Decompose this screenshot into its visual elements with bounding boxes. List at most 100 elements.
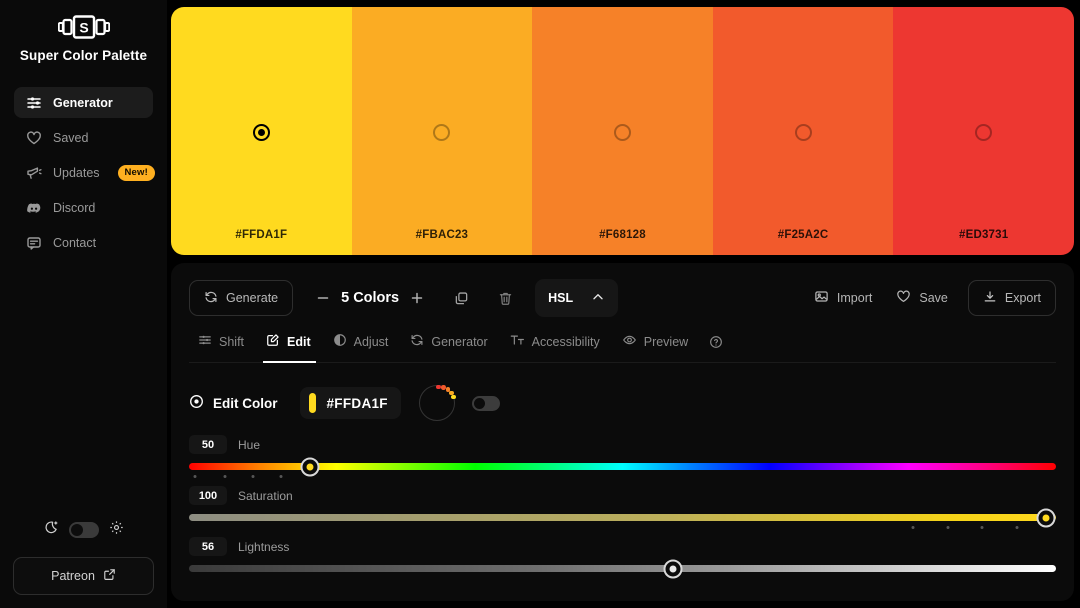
swatch-hex-label: #F68128: [599, 229, 646, 241]
tab-label: Accessibility: [531, 334, 600, 349]
sidebar-item-label: Generator: [53, 95, 113, 110]
text-size-icon: [510, 333, 525, 350]
tab-edit[interactable]: Edit: [257, 331, 322, 363]
status-badge-new: New!: [117, 164, 155, 181]
save-button[interactable]: Save: [884, 280, 960, 316]
hue-value[interactable]: 50: [189, 435, 227, 454]
swatch-radio-icon[interactable]: [433, 124, 451, 141]
dark-mode-toggle[interactable]: [68, 522, 99, 538]
lightness-value[interactable]: 56: [189, 537, 227, 556]
color-mode-select[interactable]: HSL: [535, 279, 619, 317]
swatch-hex-label: #FFDA1F: [235, 229, 288, 241]
svg-text:S: S: [79, 20, 88, 36]
tab-generator[interactable]: Generator: [401, 331, 498, 352]
saturation-label: Saturation: [238, 488, 293, 503]
saturation-track[interactable]: [189, 508, 1056, 529]
generate-label: Generate: [226, 291, 279, 305]
swatch-radio-icon[interactable]: [252, 124, 270, 141]
color-swatch[interactable]: #F25A2C: [712, 7, 894, 255]
color-swatch[interactable]: #F68128: [532, 7, 713, 255]
main-content: #FFDA1F #FBAC23 #F68128 #F25A2C #ED3731: [167, 0, 1080, 608]
color-swatch[interactable]: #ED3731: [893, 7, 1074, 255]
sidebar-item-label: Updates: [53, 165, 100, 180]
slider-saturation: 100 Saturation: [189, 486, 1056, 529]
message-icon: [26, 235, 42, 251]
sidebar-item-discord[interactable]: Discord: [14, 192, 153, 223]
theme-controls: [13, 520, 154, 540]
sidebar-item-label: Contact: [53, 235, 97, 250]
sidebar-item-contact[interactable]: Contact: [14, 227, 153, 258]
color-wheel-icon[interactable]: [418, 384, 456, 421]
saturation-value[interactable]: 100: [189, 486, 227, 505]
decrease-colors-button[interactable]: [307, 282, 339, 314]
tab-label: Preview: [643, 334, 689, 349]
link-colors-toggle[interactable]: [471, 395, 500, 411]
question-circle-icon[interactable]: [701, 333, 731, 351]
swatch-hex-label: #ED3731: [958, 229, 1009, 241]
color-mode-value: HSL: [548, 291, 574, 305]
swatch-radio-icon[interactable]: [613, 124, 631, 141]
moon-icon[interactable]: [44, 520, 59, 540]
contrast-icon: [333, 333, 347, 350]
patreon-button[interactable]: Patreon: [13, 557, 154, 595]
download-icon: [983, 290, 997, 307]
copy-palette-button[interactable]: [445, 282, 477, 314]
hue-handle[interactable]: [300, 457, 319, 476]
tab-accessibility[interactable]: Accessibility: [501, 331, 611, 352]
lightness-handle[interactable]: [663, 559, 683, 578]
color-chip: [308, 393, 316, 413]
color-swatch[interactable]: #FFDA1F: [171, 7, 352, 255]
hsl-sliders: 50 Hue 100 Saturation 56 Lightness: [189, 435, 1056, 581]
edit-color-row: Edit Color #FFDA1F: [189, 384, 1056, 421]
chevron-up-icon: [591, 290, 605, 307]
saturation-ticks: [189, 526, 1056, 532]
import-button[interactable]: Import: [802, 280, 884, 316]
sidebar-item-saved[interactable]: Saved: [14, 122, 153, 153]
hue-label: Hue: [238, 437, 261, 452]
external-link-icon: [103, 568, 116, 584]
swatch-radio-icon[interactable]: [794, 124, 812, 141]
tab-label: Shift: [219, 334, 245, 349]
patreon-label: Patreon: [51, 569, 95, 583]
sidebar-item-label: Saved: [53, 130, 89, 145]
sidebar-item-updates[interactable]: Updates New!: [14, 157, 155, 188]
increase-colors-button[interactable]: [401, 282, 433, 314]
tab-shift[interactable]: Shift: [189, 331, 255, 352]
import-label: Import: [836, 291, 873, 305]
tab-adjust[interactable]: Adjust: [324, 331, 400, 352]
editor-panel: Generate 5 Colors HSL Import Save Export…: [171, 263, 1074, 601]
discord-icon: [26, 200, 42, 216]
color-count-stepper: 5 Colors: [307, 282, 433, 314]
target-dot-icon: [189, 394, 204, 412]
export-button[interactable]: Export: [967, 280, 1056, 316]
tab-preview[interactable]: Preview: [613, 331, 699, 352]
hex-value: #FFDA1F: [326, 395, 388, 411]
saturation-handle[interactable]: [1036, 508, 1056, 527]
sidebar-item-generator[interactable]: Generator: [14, 87, 153, 118]
hue-ticks: [189, 475, 1056, 481]
hue-track[interactable]: [189, 457, 1056, 478]
tab-label: Edit: [287, 334, 311, 349]
megaphone-icon: [26, 165, 42, 181]
delete-palette-button[interactable]: [489, 282, 521, 314]
color-count-label: 5 Colors: [341, 290, 400, 306]
swatch-radio-icon[interactable]: [975, 124, 993, 141]
brand-logo[interactable]: S: [57, 14, 110, 40]
tab-label: Generator: [431, 334, 488, 349]
lightness-track[interactable]: [189, 559, 1056, 578]
heart-icon: [896, 289, 911, 307]
sidebar-item-label: Discord: [53, 200, 96, 215]
color-swatch[interactable]: #FBAC23: [351, 7, 533, 255]
slider-lightness: 56 Lightness: [189, 537, 1056, 578]
sliders-icon: [26, 95, 42, 111]
gear-icon[interactable]: [109, 520, 124, 540]
sidebar: S Super Color Palette Generator Saved Up…: [0, 0, 167, 608]
refresh-icon: [204, 290, 218, 307]
export-label: Export: [1004, 291, 1041, 305]
lightness-label: Lightness: [238, 539, 290, 554]
sidebar-nav: Generator Saved Updates New! Discord Con…: [0, 87, 167, 262]
pencil-square-icon: [266, 333, 280, 350]
edit-color-label: Edit Color: [213, 395, 278, 411]
generate-button[interactable]: Generate: [189, 280, 294, 316]
hex-input[interactable]: #FFDA1F: [299, 387, 401, 419]
